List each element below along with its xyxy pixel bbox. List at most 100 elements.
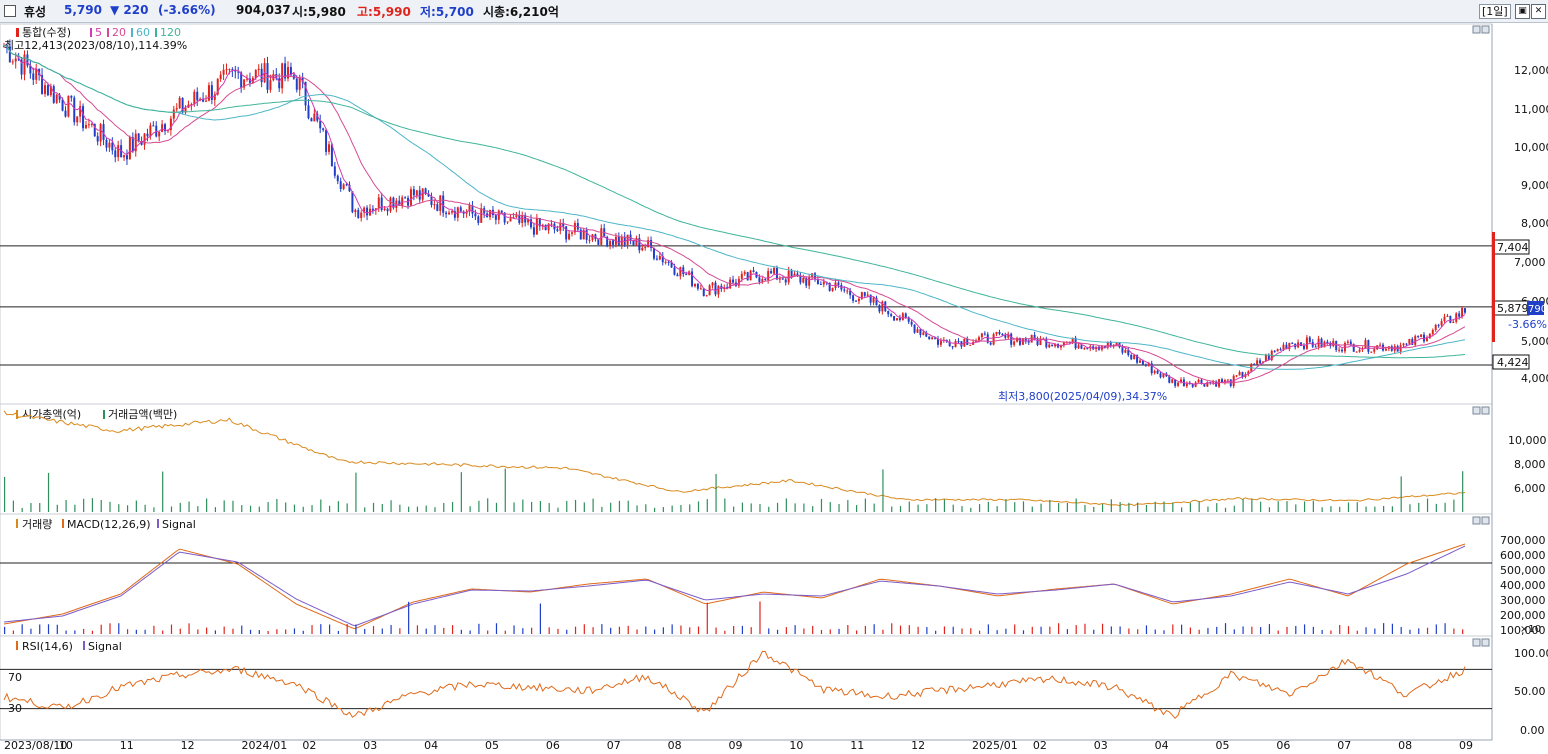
- candle-body: [550, 223, 553, 225]
- amount-bar: [126, 505, 129, 512]
- pane-close-icon[interactable]: [1481, 516, 1490, 525]
- volume-bar: [908, 625, 910, 634]
- amount-bar: [856, 505, 858, 512]
- xtick-label: 07: [1337, 739, 1351, 752]
- pane-restore-icon[interactable]: [1472, 406, 1481, 415]
- candle-body: [298, 77, 301, 90]
- low-readout: 저:5,700: [420, 5, 474, 19]
- candle-body: [521, 215, 524, 223]
- ytick: 600,000: [1500, 549, 1546, 562]
- volume-bar: [1295, 625, 1297, 634]
- legend-macd: MACD(12,26,9): [67, 518, 151, 531]
- amount-bar: [135, 500, 137, 512]
- candle-body: [73, 97, 76, 123]
- amount-bar: [170, 506, 173, 512]
- amount-bar: [750, 503, 752, 512]
- stock-chart[interactable]: 통합(수정) 5 20 60 120 최고12,413(2023/08/10),…: [0, 22, 1548, 754]
- pane-close-icon[interactable]: [1481, 25, 1490, 34]
- candle-body: [732, 279, 735, 283]
- x-axis: 2023/08/1010 11 12 2024/01 02 03 04 05 06 07 08 09 1…: [4, 739, 1473, 752]
- volume-bar: [1426, 627, 1429, 634]
- candle-body: [609, 240, 612, 247]
- candle-body: [784, 279, 787, 283]
- volume-bar: [4, 626, 6, 634]
- volume-bar: [574, 626, 577, 634]
- candle-body: [600, 228, 603, 245]
- candle-body: [1177, 382, 1180, 386]
- volume-bar: [689, 627, 691, 634]
- volume-bar: [346, 624, 348, 634]
- candle-body: [1279, 349, 1282, 351]
- pane-restore-icon[interactable]: [1472, 638, 1481, 647]
- ytick: 300,000: [1500, 594, 1546, 607]
- candle-body: [67, 95, 70, 117]
- volume-bar: [1418, 628, 1420, 634]
- volume-bar: [1207, 627, 1209, 634]
- candle-body: [1259, 360, 1262, 364]
- macd-pane: [0, 513, 1493, 637]
- macd-legend: 거래량 MACD(12,26,9) Signal: [16, 518, 196, 531]
- legend-swatch: [131, 28, 133, 37]
- period-selector[interactable]: [1일]: [1479, 4, 1511, 19]
- candle-body: [14, 58, 17, 62]
- amount-bar: [1084, 504, 1086, 512]
- candle-body: [222, 69, 225, 75]
- candle-body: [339, 181, 342, 189]
- candle-body: [658, 256, 661, 260]
- legend-cap: 시가총액(억): [22, 408, 81, 421]
- volume-bar: [1242, 626, 1244, 634]
- candle-body: [313, 113, 316, 122]
- amount-bar: [408, 506, 410, 512]
- candle-body: [1305, 337, 1308, 349]
- candle-body: [957, 341, 960, 343]
- candle-body: [178, 97, 181, 109]
- candle-body: [1408, 338, 1411, 344]
- market-cap-readout: 시총:6,210억: [483, 5, 559, 19]
- close-icon[interactable]: ✕: [1531, 4, 1546, 19]
- amount-bar: [618, 500, 621, 512]
- candle-body: [207, 85, 210, 101]
- volume-bar: [74, 630, 76, 634]
- volume-bar: [469, 630, 471, 634]
- volume-bar: [996, 630, 998, 634]
- restore-icon[interactable]: ▣: [1515, 4, 1530, 19]
- candle-body: [1302, 345, 1305, 349]
- amount-bar: [662, 507, 664, 512]
- stock-name: 휴성: [24, 5, 47, 19]
- candle-body: [1443, 316, 1446, 322]
- amount-bar: [1268, 507, 1271, 512]
- price-change: ▼ 220: [110, 3, 149, 17]
- volume-bar: [741, 625, 744, 634]
- volume-bar: [126, 629, 129, 634]
- amount-bar: [539, 501, 541, 512]
- amount-bar: [162, 471, 164, 512]
- amount-bar: [311, 505, 313, 512]
- pane-restore-icon[interactable]: [1472, 516, 1481, 525]
- candle-body: [1159, 373, 1162, 378]
- candle-body: [931, 337, 934, 340]
- volume-bar: [109, 623, 111, 634]
- amount-bar: [724, 498, 726, 512]
- candle-body: [114, 150, 117, 158]
- amount-bar: [249, 505, 252, 512]
- amount-bar: [91, 498, 94, 512]
- amount-bar: [118, 504, 120, 512]
- amount-bar: [548, 503, 550, 512]
- amount-bar: [1435, 503, 1437, 512]
- volume-bar: [636, 629, 638, 634]
- candle-body: [954, 341, 957, 348]
- candle-body: [758, 277, 761, 282]
- legend-swatch: [16, 519, 18, 528]
- pane-close-icon[interactable]: [1481, 406, 1490, 415]
- pane-close-icon[interactable]: [1481, 638, 1490, 647]
- select-checkbox[interactable]: [4, 5, 16, 17]
- candle-body: [123, 155, 126, 158]
- ytick: 700,000: [1500, 534, 1546, 547]
- amount-bar: [1145, 504, 1148, 512]
- pane-restore-icon[interactable]: [1472, 25, 1481, 34]
- candle-body: [714, 282, 717, 295]
- volume-bar: [12, 630, 14, 634]
- xtick-label: 07: [607, 739, 621, 752]
- volume-bar: [311, 625, 313, 634]
- candle-body: [857, 298, 860, 302]
